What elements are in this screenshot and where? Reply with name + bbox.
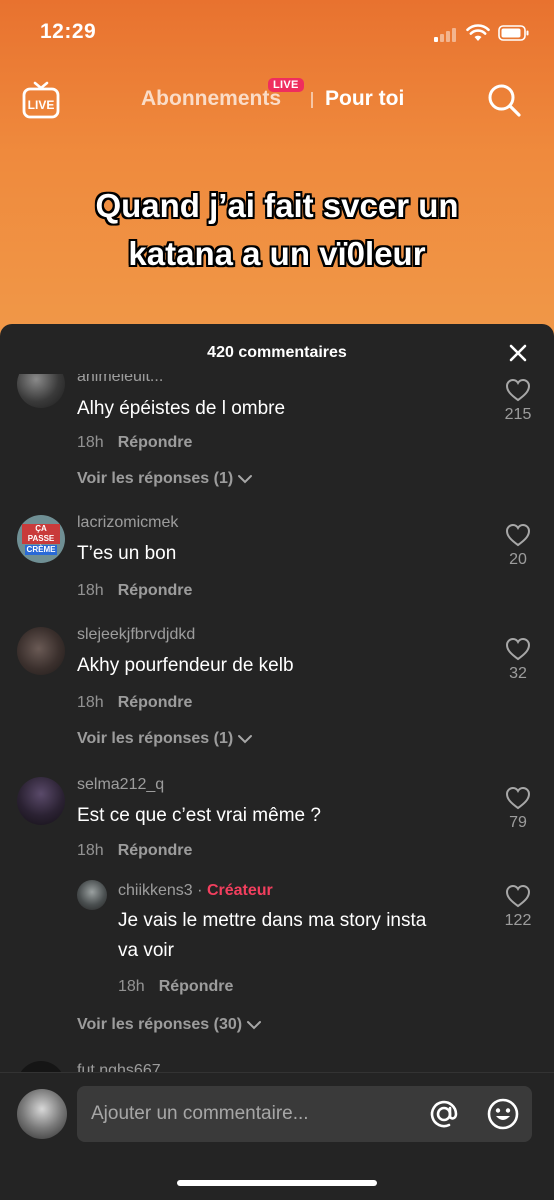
- chevron-down-icon: [238, 474, 253, 484]
- comment-meta: 18h Répondre: [77, 842, 192, 860]
- comment-meta: 18h Répondre: [77, 694, 192, 712]
- close-icon[interactable]: [506, 341, 530, 365]
- avatar[interactable]: [77, 880, 107, 910]
- avatar[interactable]: [17, 627, 65, 675]
- comment-item: ÇA PASSE CRÈME lacrizomicmek T’es un bon…: [0, 512, 554, 622]
- comment-username[interactable]: slejeekjfbrvdjdkd: [77, 626, 195, 644]
- view-replies-button[interactable]: Voir les réponses (30): [77, 1016, 262, 1034]
- reply-button[interactable]: Répondre: [118, 842, 193, 859]
- reply-time: 18h: [118, 978, 145, 995]
- like-button[interactable]: 122: [498, 884, 538, 930]
- reply-button[interactable]: Répondre: [159, 978, 234, 995]
- like-count: 20: [509, 551, 527, 568]
- comment-item: fut.nghs667: [0, 1058, 554, 1072]
- wifi-icon: [466, 24, 490, 41]
- comment-time: 18h: [77, 842, 104, 859]
- mention-icon[interactable]: [427, 1097, 461, 1131]
- like-button[interactable]: 32: [498, 637, 538, 683]
- creator-label: Créateur: [206, 882, 273, 899]
- svg-text:LIVE: LIVE: [28, 98, 55, 112]
- comment-item: animeleult... Alhy épéistes de l ombre 1…: [0, 374, 554, 504]
- video-caption: Quand j’ai fait svcer un katana a un vï0…: [20, 182, 534, 278]
- reply-item: chiikkens3 · Créateur Je vais le mettre …: [0, 878, 554, 998]
- avatar-text-top: ÇA PASSE: [22, 524, 60, 544]
- avatar-text-bottom: CRÈME: [24, 545, 58, 555]
- like-count: 79: [509, 814, 527, 831]
- view-replies-label: Voir les réponses (30): [77, 1016, 243, 1033]
- reply-button[interactable]: Répondre: [118, 582, 193, 599]
- comment-username[interactable]: selma212_q: [77, 776, 164, 794]
- comment-text: Alhy épéistes de l ombre: [77, 398, 286, 419]
- like-count: 215: [504, 406, 532, 423]
- emoji-icon[interactable]: [486, 1097, 520, 1131]
- comment-text: Akhy pourfendeur de kelb: [77, 655, 294, 676]
- reply-text-line2: va voir: [118, 940, 174, 961]
- heart-icon: [505, 523, 531, 547]
- comment-username[interactable]: animeleult...: [77, 374, 163, 386]
- comment-count: 420 commentaires: [207, 344, 347, 361]
- tab-for-you[interactable]: Pour toi: [325, 87, 404, 111]
- comment-item: selma212_q Est ce que c’est vrai même ? …: [0, 774, 554, 1044]
- chevron-down-icon: [238, 734, 253, 744]
- live-badge: LIVE: [268, 78, 304, 92]
- avatar[interactable]: [17, 374, 65, 408]
- like-count: 122: [504, 912, 532, 929]
- comment-item: slejeekjfbrvdjdkd Akhy pourfendeur de ke…: [0, 624, 554, 754]
- comments-header: 420 commentaires: [0, 324, 554, 380]
- comment-username[interactable]: fut.nghs667: [77, 1062, 161, 1072]
- avatar[interactable]: [17, 777, 65, 825]
- heart-icon: [505, 884, 531, 908]
- status-bar: 12:29: [0, 0, 554, 66]
- heart-icon: [505, 637, 531, 661]
- comment-username[interactable]: lacrizomicmek: [77, 514, 178, 532]
- avatar[interactable]: [17, 1061, 65, 1072]
- top-nav: LIVE Abonnements LIVE Pour toi: [0, 72, 554, 128]
- comment-time: 18h: [77, 434, 104, 451]
- live-tv-icon[interactable]: LIVE: [22, 80, 60, 120]
- reply-button[interactable]: Répondre: [118, 434, 193, 451]
- like-button[interactable]: 20: [498, 523, 538, 569]
- comment-meta: 18h Répondre: [77, 434, 192, 452]
- tab-divider: [311, 92, 313, 108]
- comment-text: T’es un bon: [77, 543, 177, 564]
- separator-dot: ·: [197, 882, 203, 899]
- comment-input[interactable]: [77, 1086, 532, 1142]
- reply-username[interactable]: chiikkens3: [118, 882, 193, 899]
- like-count: 32: [509, 665, 527, 682]
- search-icon[interactable]: [486, 82, 522, 118]
- chevron-down-icon: [247, 1020, 262, 1030]
- comments-sheet: 420 commentaires animeleult... Alhy épéi…: [0, 324, 554, 1200]
- reply-text-line1: Je vais le mettre dans ma story insta: [118, 910, 427, 931]
- tab-following[interactable]: Abonnements: [141, 87, 281, 111]
- comment-time: 18h: [77, 694, 104, 711]
- heart-icon: [505, 378, 531, 402]
- view-replies-label: Voir les réponses (1): [77, 470, 234, 487]
- comments-list[interactable]: animeleult... Alhy épéistes de l ombre 1…: [0, 374, 554, 1072]
- my-avatar: [17, 1089, 67, 1139]
- video-caption-line2: katana a un vï0leur: [128, 235, 426, 272]
- view-replies-button[interactable]: Voir les réponses (1): [77, 730, 253, 748]
- avatar[interactable]: ÇA PASSE CRÈME: [17, 515, 65, 563]
- status-time: 12:29: [40, 20, 97, 43]
- like-button[interactable]: 79: [498, 786, 538, 832]
- heart-icon: [505, 786, 531, 810]
- view-replies-label: Voir les réponses (1): [77, 730, 234, 747]
- reply-text: Je vais le mettre dans ma story insta va…: [118, 906, 488, 966]
- like-button[interactable]: 215: [498, 378, 538, 424]
- view-replies-button[interactable]: Voir les réponses (1): [77, 470, 253, 488]
- comment-meta: 18h Répondre: [77, 582, 192, 600]
- reply-button[interactable]: Répondre: [118, 694, 193, 711]
- reply-username-line: chiikkens3 · Créateur: [118, 882, 273, 900]
- battery-icon: [498, 25, 529, 41]
- home-indicator: [177, 1180, 377, 1186]
- comment-text: Est ce que c’est vrai même ?: [77, 805, 321, 826]
- video-caption-line1: Quand j’ai fait svcer un: [95, 187, 459, 224]
- reply-meta: 18h Répondre: [118, 978, 233, 996]
- comment-time: 18h: [77, 582, 104, 599]
- cellular-signal-icon: [434, 26, 458, 42]
